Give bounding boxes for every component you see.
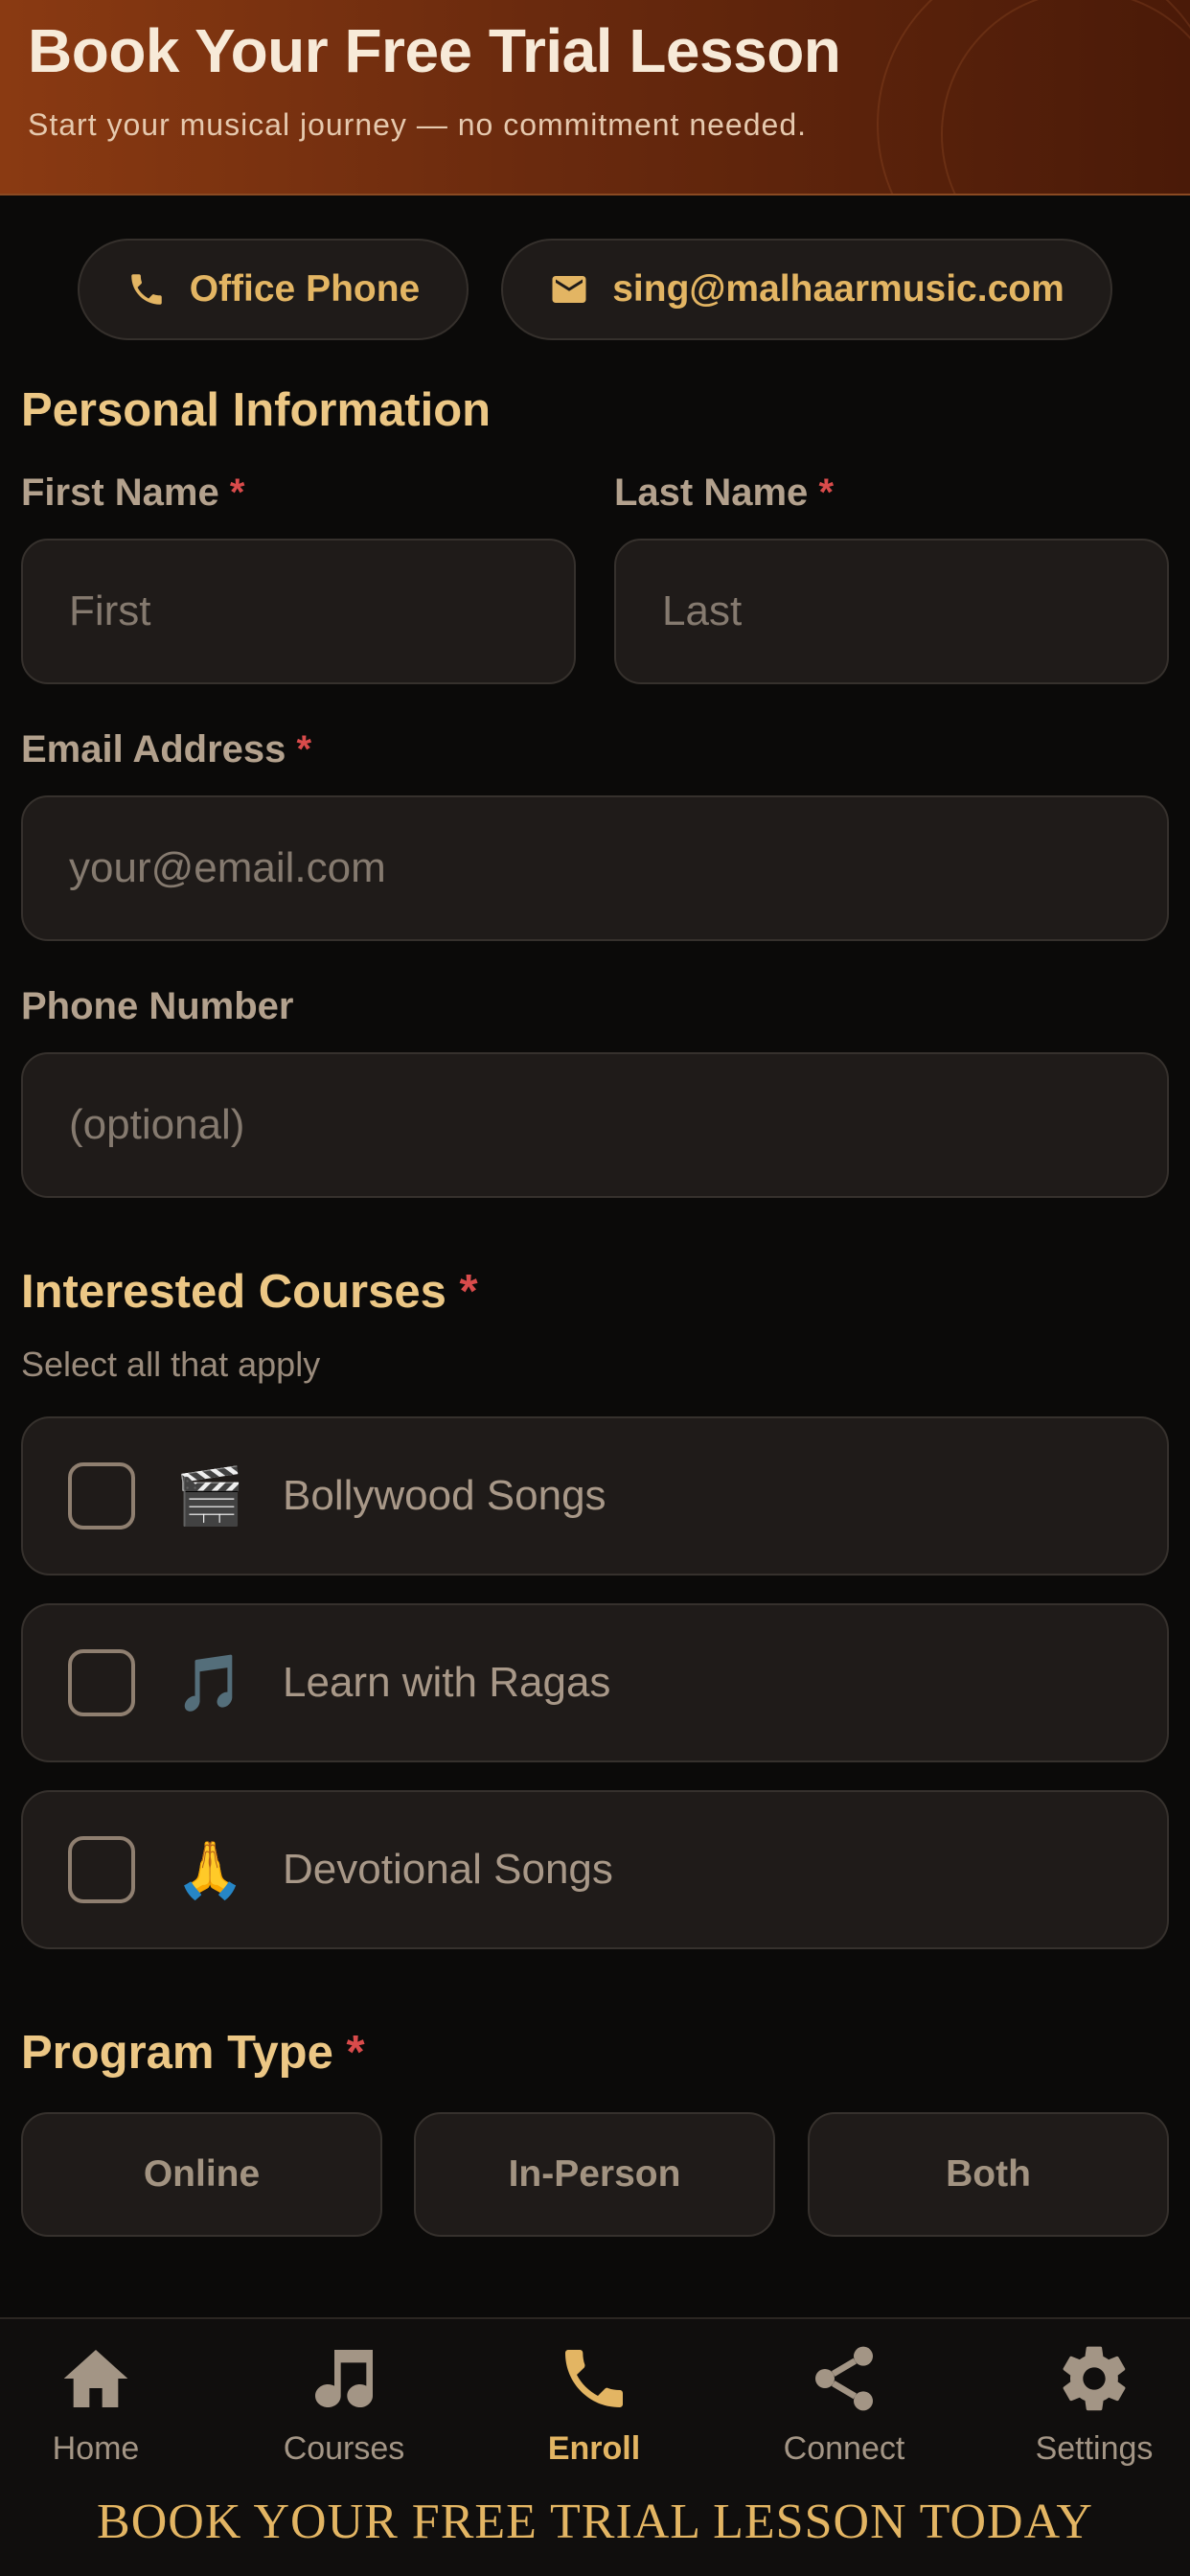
last-name-label: Last Name * [614, 472, 834, 515]
nav-item-home[interactable]: Home [0, 2340, 192, 2484]
phone-input[interactable] [69, 1101, 1167, 1149]
courses-hint: Select all that apply [21, 1345, 321, 1384]
required-mark: * [459, 1266, 478, 1318]
email-button[interactable]: sing@malhaarmusic.com [501, 239, 1112, 340]
personal-info-title: Personal Information [21, 384, 492, 436]
nav-label: Settings [1035, 2430, 1154, 2467]
required-mark: * [346, 2027, 365, 2079]
email-input[interactable] [69, 844, 1167, 892]
gear-icon [1063, 2346, 1126, 2411]
required-mark: * [229, 472, 245, 514]
phone-field[interactable] [21, 1052, 1169, 1198]
nav-item-enroll[interactable]: Enroll [498, 2340, 690, 2484]
checkbox[interactable] [68, 1649, 135, 1716]
page-header: Book Your Free Trial Lesson Start your m… [0, 0, 1190, 196]
nav-item-settings[interactable]: Settings [998, 2340, 1190, 2484]
clapperboard-icon: 🎬 [175, 1462, 245, 1529]
nav-label: Home [52, 2430, 140, 2467]
first-name-input[interactable] [69, 587, 574, 635]
nav-item-courses[interactable]: Courses [248, 2340, 440, 2484]
last-name-input[interactable] [662, 587, 1167, 635]
page-subtitle: Start your musical journey — no commitme… [28, 107, 807, 142]
course-label: Learn with Ragas [283, 1659, 611, 1706]
share-icon [815, 2346, 873, 2411]
mail-icon [552, 276, 586, 303]
course-option-devotional[interactable]: 🙏 Devotional Songs [21, 1790, 1169, 1949]
phone-number-label: Phone Number [21, 985, 293, 1028]
required-mark: * [818, 472, 835, 514]
first-name-label: First Name * [21, 472, 244, 515]
first-name-label-text: First Name [21, 472, 219, 514]
personal-info-heading: Personal Information [21, 383, 491, 437]
email-label: sing@malhaarmusic.com [612, 268, 1064, 310]
email-field[interactable] [21, 795, 1169, 941]
phone-number-label-text: Phone Number [21, 985, 294, 1027]
folded-hands-icon: 🙏 [175, 1836, 245, 1902]
music-note-icon [315, 2350, 373, 2407]
home-icon [63, 2350, 128, 2407]
first-name-field[interactable] [21, 539, 576, 684]
phone-icon [130, 274, 162, 305]
last-name-label-text: Last Name [614, 472, 809, 514]
nav-label: Enroll [547, 2430, 641, 2467]
office-phone-label: Office Phone [189, 268, 421, 310]
nav-label: Courses [283, 2430, 405, 2467]
last-name-field[interactable] [614, 539, 1169, 684]
checkbox[interactable] [68, 1836, 135, 1903]
email-address-label: Email Address * [21, 728, 311, 771]
nav-item-connect[interactable]: Connect [748, 2340, 940, 2484]
program-type-title: Program Type [21, 2027, 333, 2079]
courses-title: Interested Courses [21, 1266, 446, 1318]
music-notes-icon: 🎵 [175, 1649, 245, 1715]
program-option-online[interactable]: Online [21, 2112, 382, 2237]
email-address-label-text: Email Address [21, 728, 286, 770]
page-title: Book Your Free Trial Lesson [28, 16, 841, 85]
page: Book Your Free Trial Lesson Start your m… [0, 0, 1190, 2576]
nav-label: Connect [783, 2430, 905, 2467]
program-option-in-person[interactable]: In-Person [414, 2112, 775, 2237]
course-label: Devotional Songs [283, 1846, 613, 1893]
course-option-bollywood[interactable]: 🎬 Bollywood Songs [21, 1416, 1169, 1576]
program-option-both[interactable]: Both [808, 2112, 1169, 2237]
courses-heading: Interested Courses * [21, 1265, 478, 1319]
course-label: Bollywood Songs [283, 1472, 606, 1519]
required-mark: * [296, 728, 312, 770]
promo-banner: BOOK YOUR FREE TRIAL LESSON TODAY [97, 2495, 1093, 2549]
program-type-heading: Program Type * [21, 2026, 365, 2080]
phone-icon [565, 2350, 623, 2407]
office-phone-button[interactable]: Office Phone [78, 239, 469, 340]
course-option-ragas[interactable]: 🎵 Learn with Ragas [21, 1603, 1169, 1762]
checkbox[interactable] [68, 1462, 135, 1530]
